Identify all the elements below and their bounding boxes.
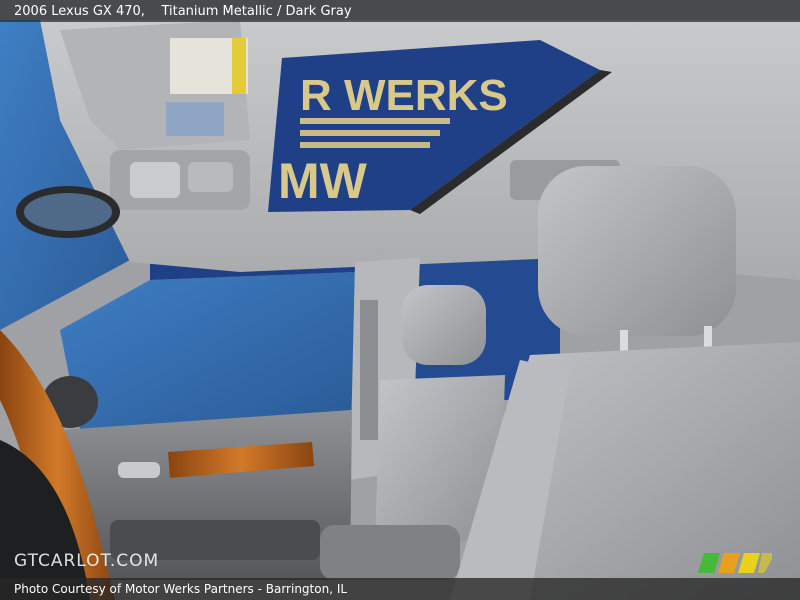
caption-text: 2006 Lexus GX 470, Titanium Metallic / D… [14, 4, 352, 19]
site-watermark: GTCARLOT.COM [14, 551, 160, 571]
map-light [130, 162, 180, 198]
rearview-mirror-glass [24, 193, 112, 231]
sunroof-sign-text: R WERKS [300, 71, 508, 120]
caption-interior-color: Dark Gray [285, 3, 352, 19]
interior-photo: R WERKS MW [0, 0, 800, 600]
driver-headrest [538, 166, 736, 336]
sunroof-sign-logo: MW [278, 153, 368, 209]
gtcarlot-stripes-logo-icon [698, 553, 772, 573]
credit-bar: Photo Courtesy of Motor Werks Partners -… [0, 578, 800, 600]
photo-frame: R WERKS MW 2006 Lexus GX 470, Titanium M… [0, 0, 800, 600]
caption-bar: 2006 Lexus GX 470, Titanium Metallic / D… [0, 0, 800, 22]
visor-label-stripe [232, 38, 246, 94]
caption-vehicle: 2006 Lexus GX 470, [14, 3, 145, 19]
seatbelt [360, 300, 378, 440]
passenger-headrest [402, 285, 486, 365]
caption-exterior-color: Titanium Metallic [161, 3, 273, 19]
caption-separator: / [272, 3, 286, 19]
door-handle [118, 462, 160, 478]
caption-space [149, 4, 157, 19]
visor-card [166, 102, 224, 136]
sunroof-sign-stripes [300, 118, 450, 148]
photo-credit: Photo Courtesy of Motor Werks Partners -… [14, 582, 348, 596]
map-light-2 [188, 162, 233, 192]
passenger-cushion [320, 525, 460, 580]
